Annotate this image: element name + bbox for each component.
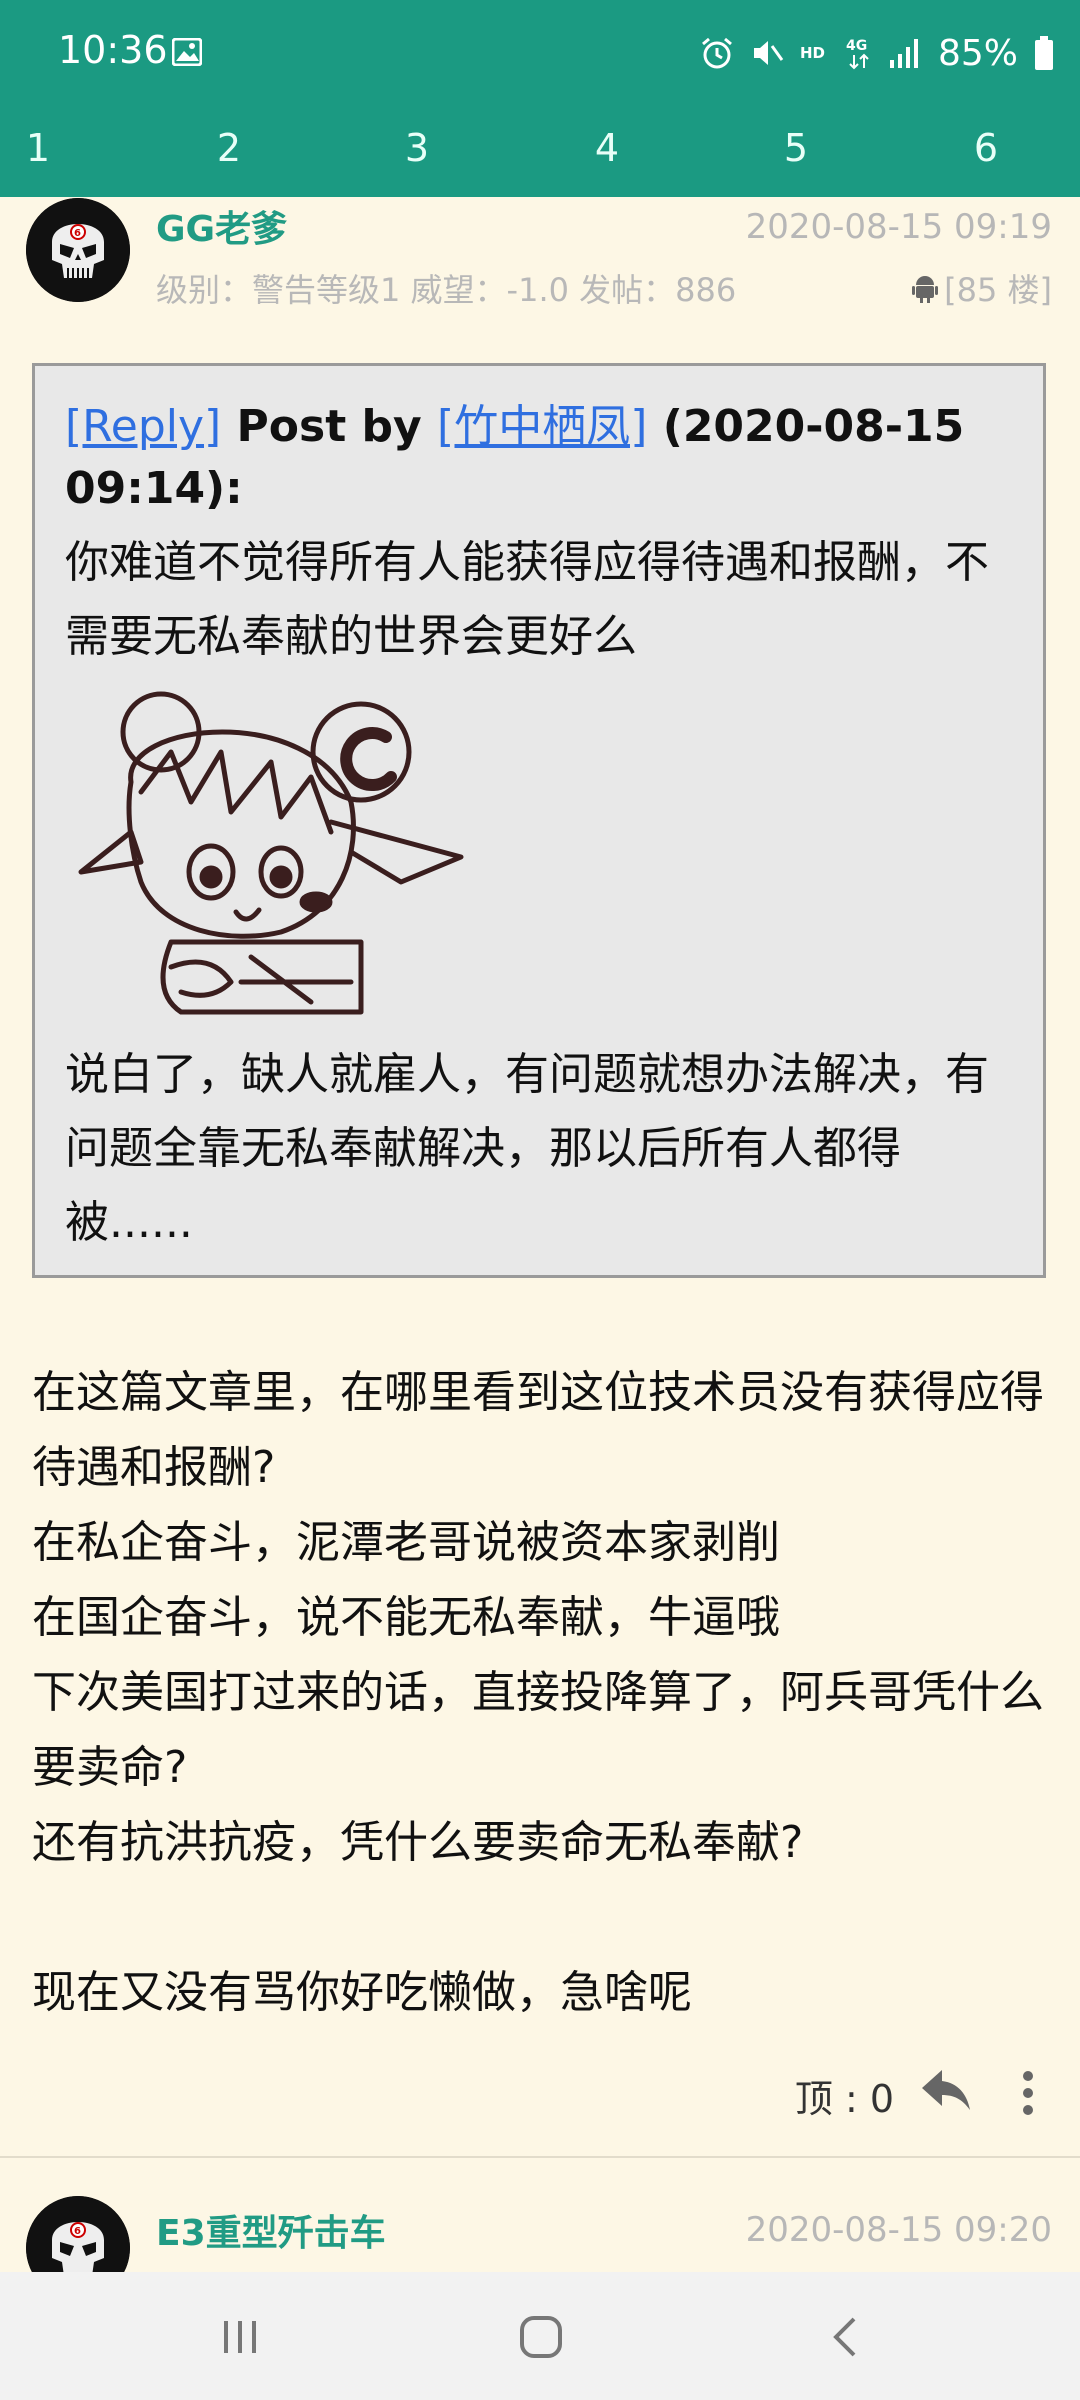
quote-text: 你难道不觉得所有人能获得应得待遇和报酬，不需要无私奉献的世界会更好么 xyxy=(65,537,989,662)
svg-text:6: 6 xyxy=(74,228,81,239)
next-post-date: 2020-08-15 09:20 xyxy=(745,2210,1052,2250)
floor-number-wrap: [85 楼] xyxy=(912,265,1052,311)
post-date: 2020-08-15 09:19 xyxy=(745,207,1052,247)
post-divider xyxy=(0,2156,1080,2158)
svg-text:HD: HD xyxy=(800,44,825,62)
post-body: 在这篇文章里，在哪里看到这位技术员没有获得应得待遇和报酬? 在私企奋斗，泥潭老哥… xyxy=(32,1367,1044,2018)
image-icon xyxy=(172,38,202,66)
next-post-item: 6 E3重型歼击车 2020-08-15 09:20 xyxy=(0,2196,1080,2300)
recent-apps-icon xyxy=(224,2321,256,2353)
tab-page-2[interactable]: 2 xyxy=(169,118,289,188)
quote-author-link[interactable]: [竹中栖凤] xyxy=(437,401,647,452)
tab-page-4[interactable]: 4 xyxy=(547,118,667,188)
recent-apps-button[interactable] xyxy=(205,2302,275,2372)
android-icon xyxy=(912,276,939,303)
floor-number: [85 楼] xyxy=(944,271,1052,309)
post-actions: 顶 : 0 xyxy=(0,2060,1080,2130)
hd-icon: HD xyxy=(800,44,825,62)
tab-page-1[interactable]: 1 xyxy=(0,118,98,188)
skull-icon: 6 xyxy=(26,198,130,302)
app-header: 10:36 HD 4G 85% 1 2 3 4 5 6 xyxy=(0,0,1080,197)
tab-page-6[interactable]: 6 xyxy=(926,118,1046,188)
user-meta: 级别：警告等级1 威望：-1.0 发帖：886 xyxy=(156,271,737,309)
quote-box: [Reply] Post by [竹中栖凤] (2020-08-15 09:14… xyxy=(32,363,1046,1278)
upvote-button[interactable]: 顶 : 0 xyxy=(795,2068,894,2123)
status-bar: 10:36 HD 4G 85% xyxy=(0,0,1080,108)
more-vert-icon[interactable] xyxy=(1020,2068,1036,2118)
signal-icon xyxy=(889,39,918,68)
back-icon xyxy=(833,2317,856,2357)
tab-page-3[interactable]: 3 xyxy=(357,118,477,188)
status-time: 10:36 xyxy=(58,28,168,72)
home-button[interactable] xyxy=(506,2302,576,2372)
quote-text-2: 说白了，缺人就雇人，有问题就想办法解决，有问题全靠无私奉献解决，那以后所有人都得… xyxy=(65,1049,989,1248)
next-username[interactable]: E3重型歼击车 xyxy=(156,2204,386,2256)
reply-icon[interactable] xyxy=(920,2066,972,2114)
back-button[interactable] xyxy=(810,2302,880,2372)
quote-header: [Reply] Post by [竹中栖凤] (2020-08-15 09:14… xyxy=(65,396,1015,520)
chibi-sticker-image xyxy=(78,691,464,1015)
system-nav-bar xyxy=(0,2272,1080,2400)
username[interactable]: GG老爹 xyxy=(156,200,287,252)
page-tabs: 1 2 3 4 5 6 xyxy=(0,118,1080,188)
reply-link[interactable]: [Reply] xyxy=(65,401,221,452)
battery-icon xyxy=(1035,36,1053,70)
quote-post-by: Post by xyxy=(221,401,438,452)
svg-text:6: 6 xyxy=(74,2226,81,2237)
mute-icon xyxy=(753,41,784,65)
4g-icon: 4G xyxy=(846,38,869,70)
battery-percent: 85% xyxy=(937,32,1018,74)
alarm-icon xyxy=(702,37,732,69)
tab-page-5[interactable]: 5 xyxy=(736,118,856,188)
avatar[interactable]: 6 xyxy=(26,198,130,302)
home-icon xyxy=(520,2316,562,2358)
svg-text:4G: 4G xyxy=(846,38,867,54)
post-item: 6 GG老爹 2020-08-15 09:19 级别：警告等级1 威望：-1.0… xyxy=(0,197,1080,2158)
